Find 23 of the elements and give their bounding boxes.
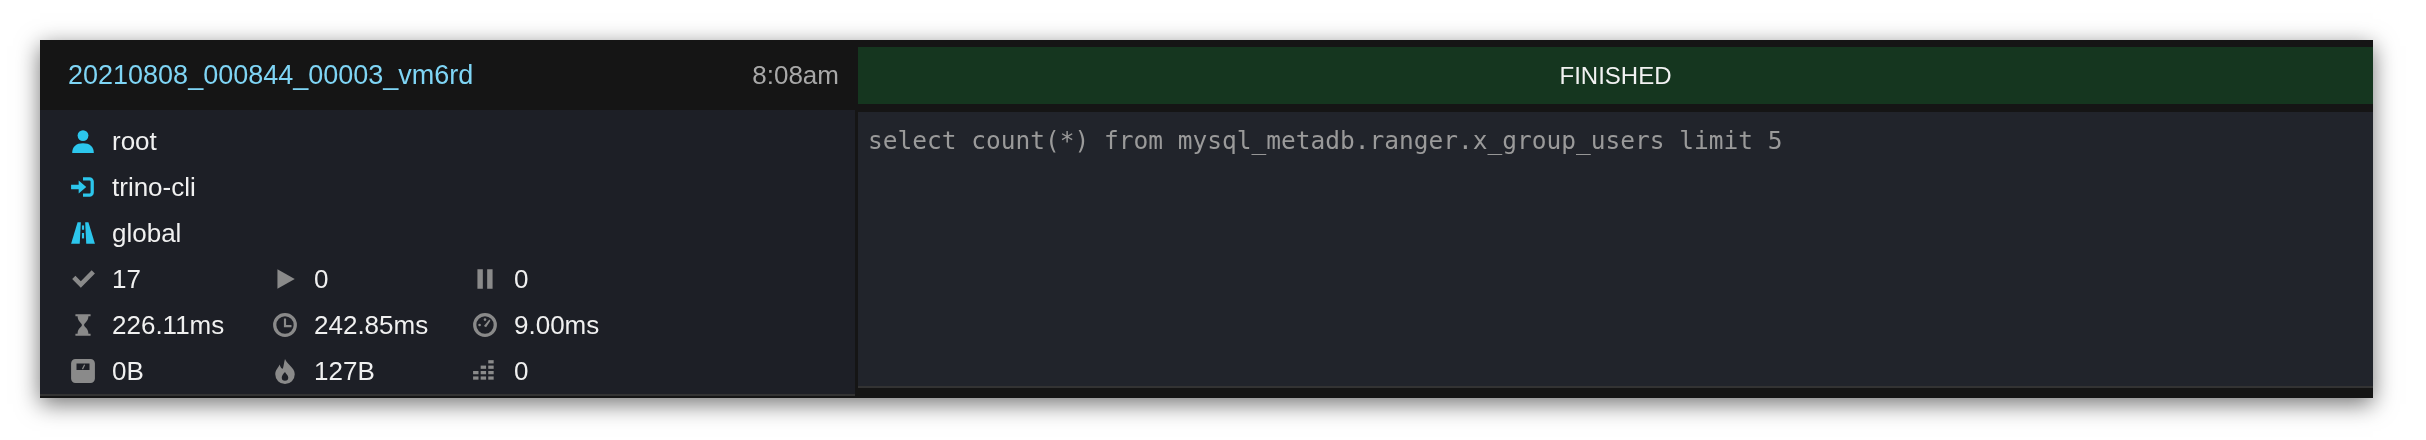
clock-icon (272, 312, 298, 338)
stat-value: 9.00ms (514, 309, 600, 341)
stat-value: 0 (314, 263, 329, 295)
stat-value: 242.85ms (314, 309, 429, 341)
stat-value: 226.11ms (112, 309, 225, 341)
login-arrow-icon (70, 174, 96, 200)
stat-value: 0 (514, 263, 529, 295)
state-label: FINISHED (1559, 61, 1672, 90)
detail-text: trino-cli (112, 171, 196, 203)
scale-icon (70, 358, 96, 384)
detail-text: global (112, 217, 182, 249)
flame-icon (272, 358, 298, 384)
stat-value: 127B (314, 355, 375, 387)
query-time: 8:08am (752, 59, 839, 91)
detail-text: root (112, 125, 157, 157)
stat-value: 0 (514, 355, 529, 387)
query-text: select count(*) from mysql_metadb.ranger.x_group_users limit 5 (858, 112, 2373, 388)
gauge-icon (472, 312, 498, 338)
stat-value: 17 (112, 263, 141, 295)
user-icon (70, 128, 96, 154)
query-id-link[interactable]: 20210808_000844_00003_vm6rd (68, 59, 474, 91)
road-icon (70, 220, 96, 246)
stat-value: 0B (112, 355, 144, 387)
